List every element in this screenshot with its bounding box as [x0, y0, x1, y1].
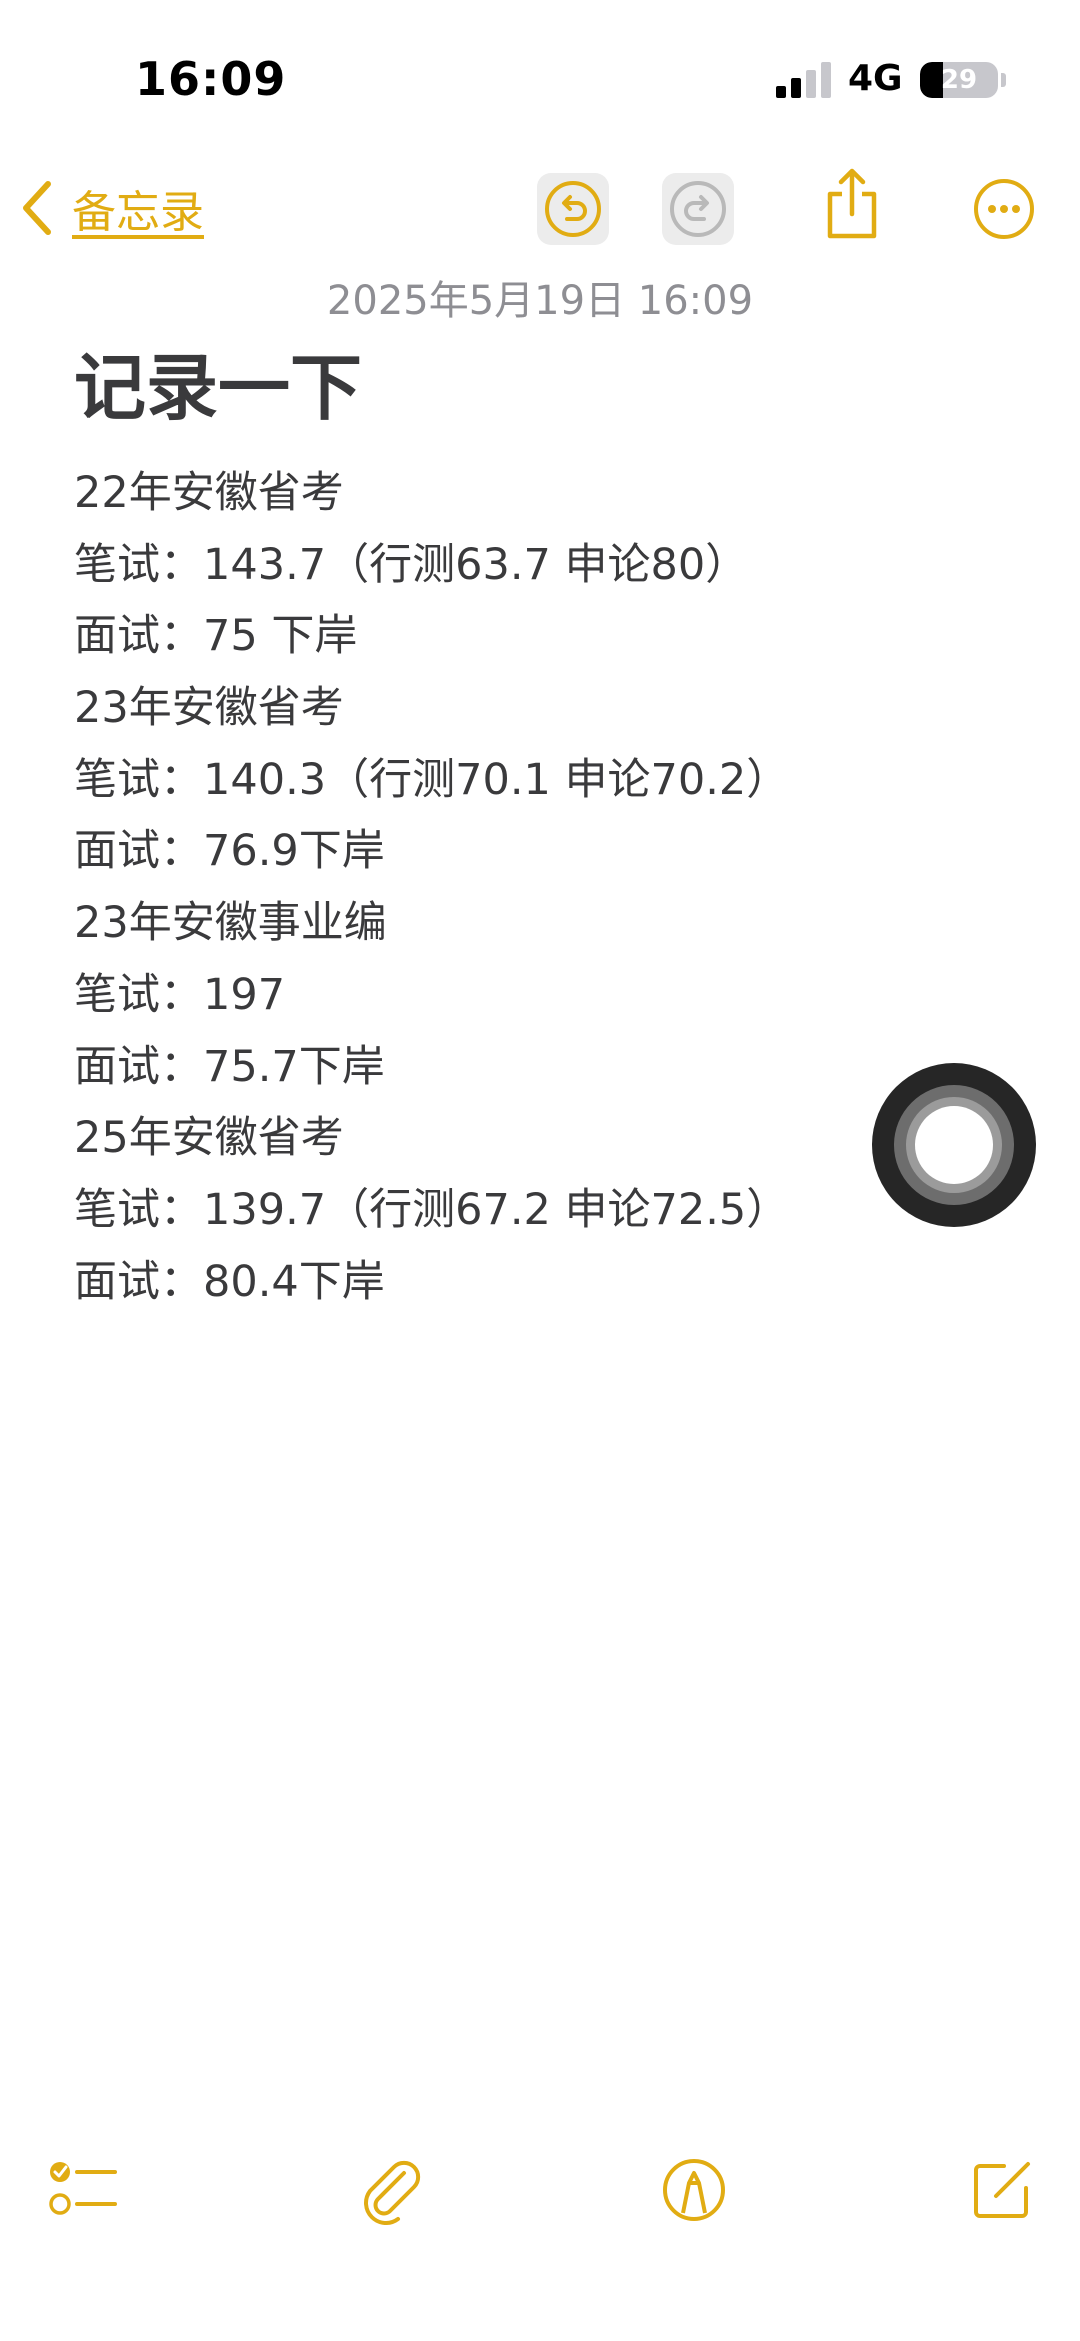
battery-level: 29	[940, 65, 978, 95]
note-line: 22年安徽省考	[74, 468, 344, 518]
compose-button[interactable]	[962, 2150, 1042, 2230]
paperclip-icon	[364, 2160, 421, 2225]
note-line: 笔试：140.3（行测70.1 申论70.2）	[74, 754, 790, 805]
back-button[interactable]: 备忘录	[20, 170, 204, 246]
assistive-touch-core	[915, 1106, 993, 1184]
assistive-touch-button[interactable]	[872, 1063, 1036, 1227]
status-time: 16:09	[135, 52, 287, 106]
note-line: 面试：80.4下岸	[74, 1256, 385, 1307]
more-button[interactable]	[968, 173, 1040, 245]
share-icon	[827, 168, 877, 239]
chevron-left-icon	[23, 181, 51, 235]
share-button[interactable]	[816, 168, 888, 240]
note-line: 笔试：143.7（行测63.7 申论80）	[74, 539, 749, 590]
redo-button[interactable]	[662, 173, 734, 245]
markup-pen-icon	[663, 2159, 725, 2221]
battery-cap	[1001, 73, 1006, 87]
note-body[interactable]: 22年安徽省考笔试：143.7（行测63.7 申论80） 面试：75 下岸 23年安…	[74, 458, 954, 1318]
note-title[interactable]: 记录一下	[74, 343, 362, 433]
undo-icon	[545, 181, 601, 237]
note-line: 23年安徽事业编	[74, 898, 387, 949]
note-line: 面试：75 下岸	[74, 611, 358, 662]
note-line: 23年安徽省考	[74, 683, 344, 734]
more-icon	[974, 179, 1034, 239]
note-line: 笔试：197	[74, 969, 286, 1020]
attachment-button[interactable]	[352, 2150, 432, 2230]
note-line: 25年安徽省考	[74, 1113, 344, 1164]
back-label: 备忘录	[72, 187, 204, 238]
compose-icon	[974, 2162, 1030, 2218]
status-bar: 16:09 4G 29	[0, 0, 1080, 160]
redo-icon	[670, 181, 726, 237]
undo-button[interactable]	[537, 173, 609, 245]
cellular-signal-icon	[776, 62, 831, 98]
battery-icon: 29	[920, 62, 998, 98]
checklist-button[interactable]	[44, 2150, 124, 2230]
markup-button[interactable]	[654, 2150, 734, 2230]
note-line: 面试：76.9下岸	[74, 826, 385, 877]
note-line: 面试：75.7下岸	[74, 1041, 385, 1092]
checklist-icon	[49, 2162, 117, 2215]
note-line: 笔试：139.7（行测67.2 申论72.5）	[74, 1184, 790, 1235]
note-date: 2025年5月19日 16:09	[326, 278, 754, 324]
network-type: 4G	[848, 58, 903, 99]
